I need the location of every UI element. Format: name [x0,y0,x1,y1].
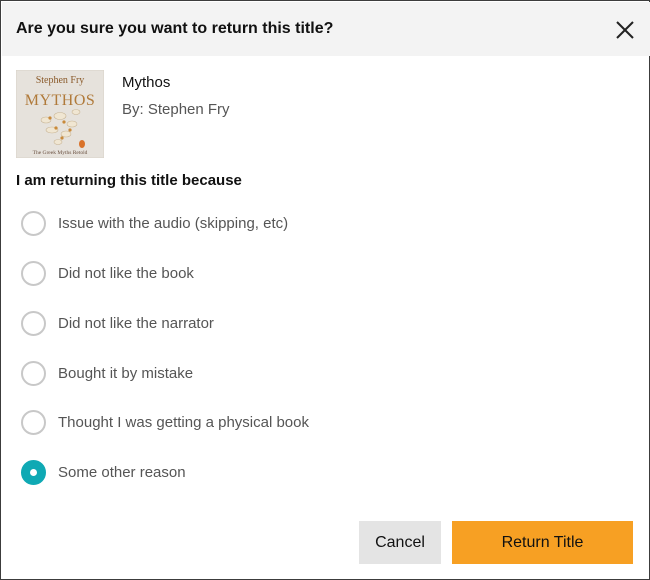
cover-title-text: MYTHOS [25,92,96,109]
reason-option-label: Did not like the narrator [58,315,214,332]
reason-option-did-not-like-narrator[interactable]: Did not like the narrator [21,311,521,337]
close-icon [616,21,634,39]
book-author: By: Stephen Fry [122,101,230,118]
reason-option-label: Did not like the book [58,265,194,282]
reason-option-label: Bought it by mistake [58,365,194,382]
reason-option-physical-book[interactable]: Thought I was getting a physical book [21,410,521,436]
reason-option-bought-by-mistake[interactable]: Bought it by mistake [21,361,521,387]
radio-button-selected[interactable] [21,460,46,485]
close-button[interactable] [614,19,636,41]
reason-option-audio-issue[interactable]: Issue with the audio (skipping, etc) [21,211,521,237]
book-title: Mythos [122,74,171,91]
reason-option-did-not-like-book[interactable]: Did not like the book [21,261,521,287]
radio-button[interactable] [21,361,46,386]
cover-subtitle-text: The Greek Myths Retold [33,150,88,156]
radio-button[interactable] [21,311,46,336]
cancel-button[interactable]: Cancel [359,521,441,564]
reason-option-label: Thought I was getting a physical book [58,414,309,431]
book-cover: Stephen Fry MYTHOS The Greek Myths Retol… [16,70,104,158]
cover-author-text: Stephen Fry [36,75,85,86]
return-title-button[interactable]: Return Title [452,521,633,564]
radio-button[interactable] [21,410,46,435]
dialog-title: Are you sure you want to return this tit… [16,20,334,37]
reason-option-other[interactable]: Some other reason [21,460,521,486]
return-title-dialog: Are you sure you want to return this tit… [0,0,650,580]
radio-button[interactable] [21,261,46,286]
reason-option-label: Some other reason [58,464,186,481]
radio-button[interactable] [21,211,46,236]
reason-section-label: I am returning this title because [16,172,242,189]
dialog-header: Are you sure you want to return this tit… [2,2,650,56]
reason-option-label: Issue with the audio (skipping, etc) [58,215,289,232]
